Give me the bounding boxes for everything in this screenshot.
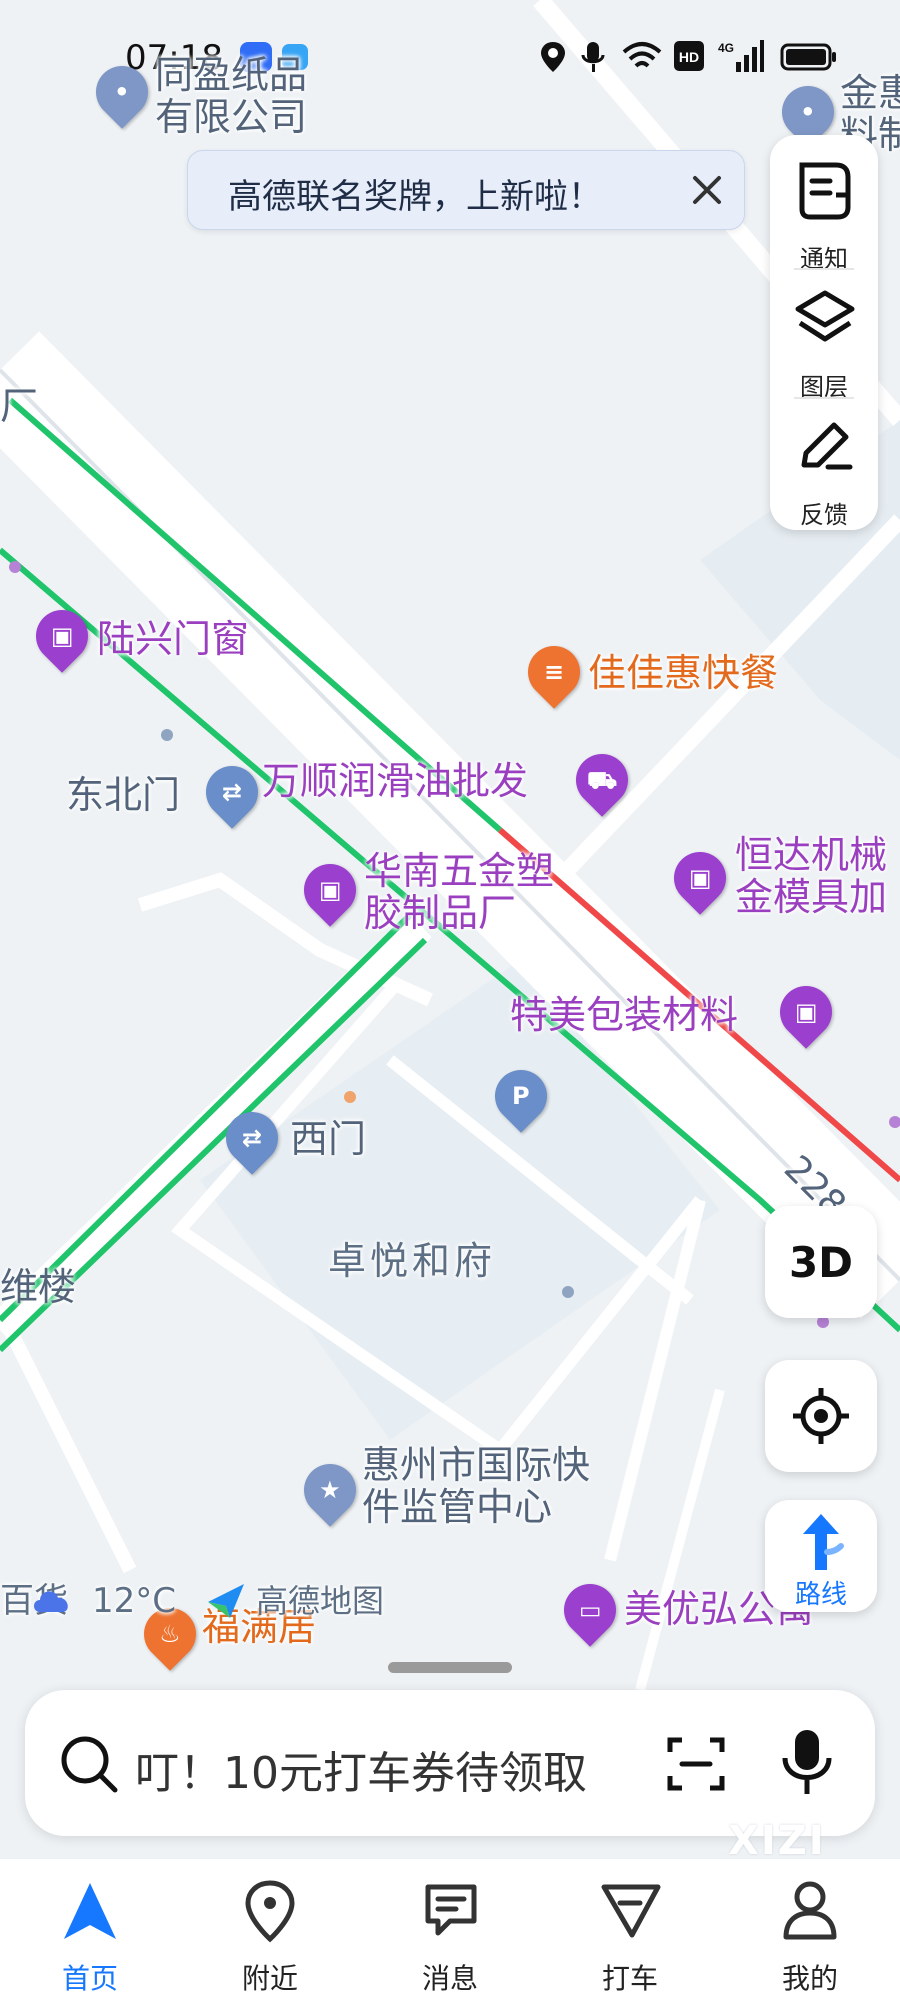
- feedback-button[interactable]: 反馈: [770, 411, 878, 529]
- feedback-label: 反馈: [800, 501, 848, 529]
- navigation-arrow-icon: [64, 1883, 116, 1939]
- poi-tongying[interactable]: 同盈纸品 有限公司: [155, 54, 307, 138]
- bottom-tab-bar: 首页 附近 消息 打车 我的: [0, 1858, 900, 2001]
- poi-dongbeimen[interactable]: 东北门: [66, 774, 180, 816]
- tab-label: 首页: [61, 1962, 118, 1995]
- signal-icon: 4G: [718, 40, 764, 72]
- hd-icon: HD: [674, 41, 704, 71]
- map-side-panel: 通知 图层 反馈: [770, 135, 878, 530]
- poi-zhuoyue[interactable]: 卓悦和府: [328, 1240, 496, 1282]
- poi-luxing[interactable]: 陆兴门窗: [97, 618, 249, 660]
- amap-brand-text: 高德地图: [256, 1582, 385, 1620]
- poi-jiajiahui[interactable]: 佳佳惠快餐: [588, 652, 778, 694]
- cloud-icon: [34, 1591, 68, 1612]
- weather-temp: 12°C: [92, 1581, 177, 1621]
- map-dot: [161, 729, 173, 741]
- scan-icon[interactable]: [666, 1734, 726, 1794]
- message-bubble-icon: [425, 1884, 477, 1936]
- tab-messages[interactable]: 消息: [360, 1859, 540, 2001]
- battery-icon: [780, 43, 836, 71]
- user-icon: [783, 1881, 837, 1940]
- poi-chang-edge: 厂: [0, 384, 39, 428]
- location-pin-icon: [245, 1880, 295, 1943]
- voice-mic-icon[interactable]: [779, 1728, 835, 1798]
- layers-button[interactable]: 图层: [770, 283, 878, 401]
- poi-lou-edge: 维楼: [0, 1265, 77, 1309]
- location-icon: [541, 42, 565, 72]
- search-placeholder: 叮！10元打车券待领取: [135, 1748, 587, 1799]
- poi-wanshun[interactable]: 万顺润滑油批发: [262, 760, 528, 802]
- poi-hengda[interactable]: 恒达机械 金模具加: [735, 834, 887, 918]
- poi-huizhou[interactable]: 惠州市国际快 件监管中心: [362, 1444, 590, 1528]
- tab-profile[interactable]: 我的: [720, 1859, 900, 2001]
- notice-button[interactable]: 通知: [770, 155, 878, 273]
- route-arrow-icon: [803, 1514, 844, 1570]
- 3d-label: 3D: [788, 1238, 854, 1287]
- notice-icon: [799, 162, 851, 220]
- locate-icon: [793, 1388, 849, 1444]
- map-dot: [562, 1286, 574, 1298]
- banner-text: 高德联名奖牌，上新啦！: [228, 177, 602, 217]
- svg-text:4G: 4G: [718, 41, 734, 55]
- tab-label: 打车: [601, 1962, 658, 1995]
- taxi-icon: [601, 1884, 661, 1938]
- tab-label: 附近: [241, 1962, 298, 1995]
- promo-banner[interactable]: 高德联名奖牌，上新啦！: [187, 150, 745, 230]
- map-dot: [9, 561, 21, 573]
- route-button[interactable]: 路线: [765, 1500, 877, 1612]
- bottom-sheet-handle[interactable]: [388, 1662, 512, 1673]
- route-label: 路线: [794, 1580, 847, 1610]
- tab-label: 消息: [421, 1962, 478, 1995]
- microphone-icon: [581, 42, 605, 72]
- poi-huanan[interactable]: 华南五金塑 胶制品厂: [364, 850, 554, 934]
- tab-nearby[interactable]: 附近: [180, 1859, 360, 2001]
- poi-ximen[interactable]: 西门: [290, 1118, 366, 1160]
- search-icon: [61, 1736, 118, 1793]
- wifi-icon: [622, 42, 662, 68]
- close-icon[interactable]: [682, 165, 732, 215]
- divider: [794, 397, 854, 399]
- 3d-toggle-button[interactable]: 3D: [765, 1206, 877, 1318]
- poi-temei[interactable]: 特美包装材料: [510, 994, 738, 1036]
- tab-taxi[interactable]: 打车: [540, 1859, 720, 2001]
- layers-icon: [795, 290, 855, 342]
- tab-label: 我的: [781, 1962, 838, 1995]
- locate-button[interactable]: [765, 1360, 877, 1472]
- feedback-pen-icon: [801, 422, 853, 470]
- svg-text:HD: HD: [679, 49, 699, 65]
- amap-logo-icon: [208, 1584, 244, 1618]
- tab-home[interactable]: 首页: [0, 1859, 180, 2001]
- map-dot: [344, 1091, 356, 1103]
- divider: [794, 268, 854, 270]
- search-bar[interactable]: 叮！10元打车券待领取: [25, 1690, 875, 1836]
